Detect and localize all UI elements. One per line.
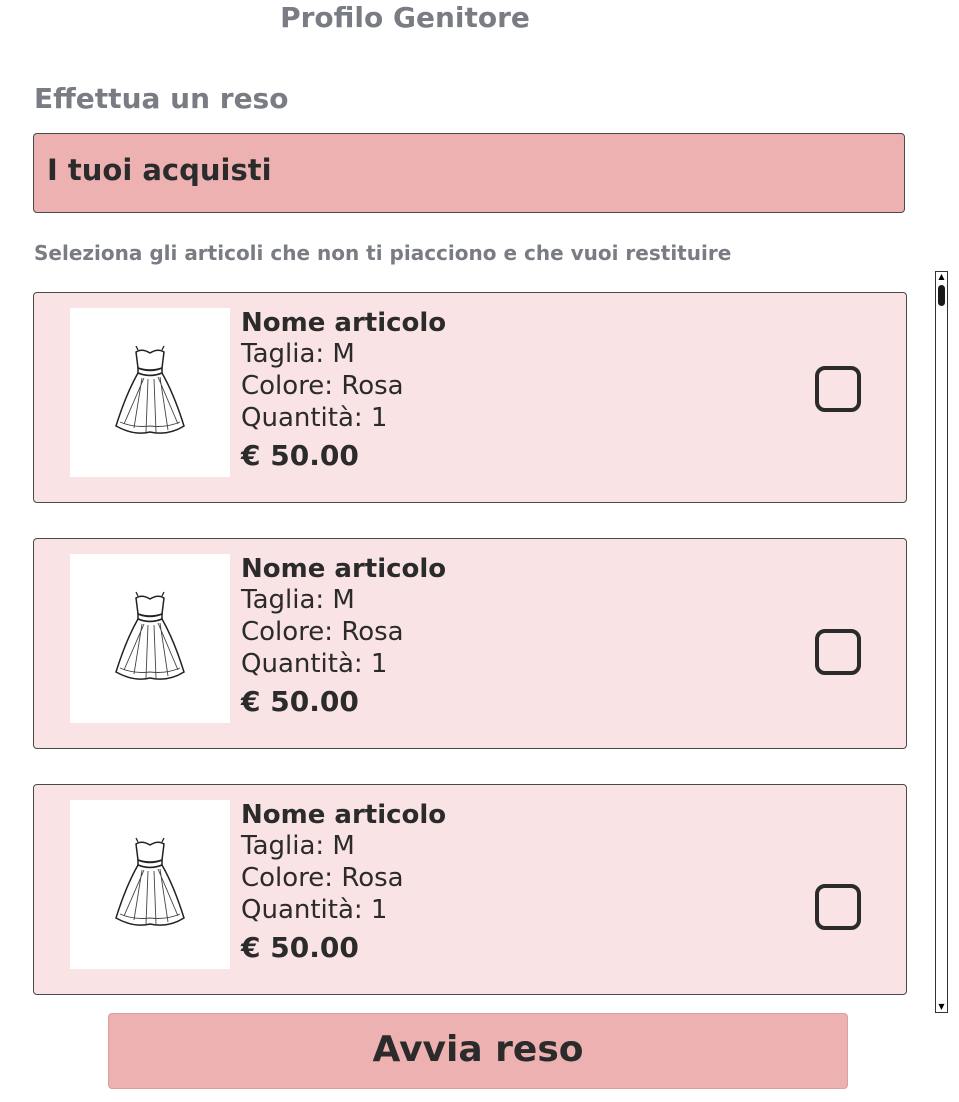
list-item: Nome articolo Taglia: M Colore: Rosa Qua… bbox=[33, 292, 907, 503]
item-select-checkbox[interactable] bbox=[815, 884, 861, 930]
dress-icon bbox=[115, 345, 185, 434]
item-color: Colore: Rosa bbox=[241, 617, 404, 647]
purchases-header-label: I tuoi acquisti bbox=[47, 153, 272, 187]
item-size: Taglia: M bbox=[241, 585, 355, 615]
list-item: Nome articolo Taglia: M Colore: Rosa Qua… bbox=[33, 538, 907, 749]
section-title: Effettua un reso bbox=[34, 82, 289, 115]
item-quantity: Quantità: 1 bbox=[241, 403, 388, 433]
instructions-text: Seleziona gli articoli che non ti piacci… bbox=[34, 241, 732, 265]
item-select-checkbox[interactable] bbox=[815, 366, 861, 412]
item-image bbox=[70, 308, 230, 477]
return-page: Profilo Genitore Effettua un reso I tuoi… bbox=[0, 0, 959, 1102]
item-color: Colore: Rosa bbox=[241, 863, 404, 893]
item-name: Nome articolo bbox=[241, 554, 447, 584]
item-color: Colore: Rosa bbox=[241, 371, 404, 401]
items-scrollbar[interactable]: ▲ ▼ bbox=[935, 271, 948, 1013]
scroll-up-arrow-icon[interactable]: ▲ bbox=[937, 272, 946, 282]
purchases-header: I tuoi acquisti bbox=[33, 133, 905, 213]
item-details: Nome articolo Taglia: M Colore: Rosa Qua… bbox=[241, 800, 446, 966]
item-price: € 50.00 bbox=[241, 685, 359, 718]
scroll-down-arrow-icon[interactable]: ▼ bbox=[937, 1002, 946, 1012]
item-details: Nome articolo Taglia: M Colore: Rosa Qua… bbox=[241, 308, 446, 474]
item-select-checkbox[interactable] bbox=[815, 629, 861, 675]
item-name: Nome articolo bbox=[241, 308, 447, 338]
start-return-button[interactable]: Avvia reso bbox=[108, 1013, 848, 1089]
item-size: Taglia: M bbox=[241, 831, 355, 861]
item-size: Taglia: M bbox=[241, 339, 355, 369]
dress-icon bbox=[115, 837, 185, 926]
item-price: € 50.00 bbox=[241, 931, 359, 964]
scroll-thumb[interactable] bbox=[938, 285, 945, 306]
dress-icon bbox=[115, 591, 185, 680]
page-title: Profilo Genitore bbox=[280, 1, 530, 34]
item-details: Nome articolo Taglia: M Colore: Rosa Qua… bbox=[241, 554, 446, 720]
item-name: Nome articolo bbox=[241, 800, 447, 830]
item-quantity: Quantità: 1 bbox=[241, 895, 388, 925]
item-quantity: Quantità: 1 bbox=[241, 649, 388, 679]
list-item: Nome articolo Taglia: M Colore: Rosa Qua… bbox=[33, 784, 907, 995]
item-image bbox=[70, 554, 230, 723]
items-list[interactable]: Nome articolo Taglia: M Colore: Rosa Qua… bbox=[33, 271, 907, 1013]
item-price: € 50.00 bbox=[241, 439, 359, 472]
item-image bbox=[70, 800, 230, 969]
